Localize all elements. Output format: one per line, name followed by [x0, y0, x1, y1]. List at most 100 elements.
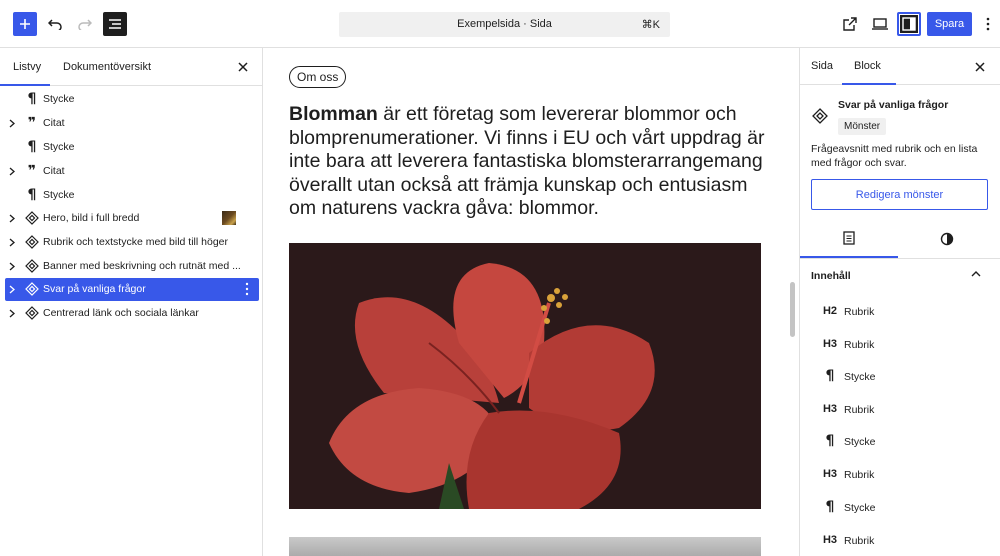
top-toolbar: Exempelsida · Sida ⌘K Spara: [0, 0, 1000, 48]
document-title: Exempelsida · Sida: [457, 18, 552, 30]
edit-pattern-button[interactable]: Redigera mönster: [811, 179, 988, 210]
heading-level-icon: H3: [822, 403, 838, 415]
list-item[interactable]: Hero, bild i full bredd: [5, 207, 259, 230]
chevron-up-icon[interactable]: [971, 270, 981, 278]
chevron-right-icon[interactable]: [8, 309, 16, 318]
add-block-button[interactable]: [13, 12, 37, 36]
paragraph-icon: ¶: [825, 368, 835, 384]
canvas-scrollbar[interactable]: [790, 282, 795, 337]
more-vertical-icon[interactable]: [243, 282, 251, 296]
editor-canvas[interactable]: Om oss Blomman är ett företag som levere…: [263, 48, 798, 556]
content-item[interactable]: ¶ Stycke: [800, 433, 1000, 453]
redo-button[interactable]: [73, 12, 97, 36]
close-icon[interactable]: [973, 60, 987, 74]
hibiscus-flower-graphic: [289, 243, 761, 509]
content-item-label: Rubrik: [844, 306, 875, 318]
list-item-label: Centrerad länk och sociala länkar: [43, 307, 199, 319]
content-item-label: Rubrik: [844, 339, 875, 351]
list-item[interactable]: Banner med beskrivning och rutnät med ..…: [5, 255, 259, 278]
list-item-label: Banner med beskrivning och rutnät med ..…: [43, 260, 241, 272]
settings-toggle-button[interactable]: [897, 12, 921, 36]
settings-sidebar: Sida Block Svar på vanliga frågor Mönste…: [799, 48, 1000, 556]
list-item[interactable]: Rubrik och textstycke med bild till höge…: [5, 231, 259, 254]
block-card-description: Frågeavsnitt med rubrik och en lista med…: [811, 143, 978, 169]
list-item-label: Stycke: [43, 93, 75, 105]
content-item[interactable]: H3 Rubrik: [800, 532, 1000, 552]
chevron-right-icon[interactable]: [8, 167, 16, 176]
options-menu-button[interactable]: [978, 12, 998, 36]
content-item[interactable]: ¶ Stycke: [800, 499, 1000, 519]
quote-icon: ❞: [27, 163, 37, 179]
list-view-icon: [109, 19, 121, 29]
chevron-right-icon[interactable]: [8, 214, 16, 223]
about-pill[interactable]: Om oss: [289, 66, 347, 88]
preview-button[interactable]: [868, 12, 892, 36]
block-card-title: Svar på vanliga frågor: [838, 99, 949, 111]
content-item[interactable]: H3 Rubrik: [800, 336, 1000, 356]
pattern-icon: [25, 211, 39, 225]
content-item-label: Stycke: [844, 371, 876, 383]
hibiscus-image[interactable]: [289, 243, 761, 509]
more-vertical-icon: [986, 17, 990, 31]
document-overview-button[interactable]: [103, 12, 127, 36]
content-item[interactable]: ¶ Stycke: [800, 368, 1000, 388]
paragraph-icon: ¶: [825, 499, 835, 515]
plus-icon: [20, 19, 30, 29]
list-item-label: Stycke: [43, 189, 75, 201]
document-icon: [843, 231, 855, 245]
quote-icon: ❞: [27, 115, 37, 131]
content-item[interactable]: H3 Rubrik: [800, 466, 1000, 486]
chevron-right-icon[interactable]: [8, 119, 16, 128]
active-tab-indicator: [842, 83, 896, 85]
tab-page[interactable]: Sida: [811, 60, 833, 72]
left-panel-tabs: Listvy Dokumentöversikt: [0, 48, 262, 86]
content-item-label: Rubrik: [844, 469, 875, 481]
tab-block[interactable]: Block: [854, 60, 881, 72]
pattern-icon: [25, 259, 39, 273]
list-item[interactable]: ¶ Stycke: [5, 184, 259, 207]
content-item-label: Rubrik: [844, 535, 875, 547]
lead-paragraph[interactable]: Blomman är ett företag som levererar blo…: [289, 103, 769, 221]
heading-level-icon: H3: [822, 468, 838, 480]
content-item-label: Stycke: [844, 436, 876, 448]
tab-document-overview[interactable]: Dokumentöversikt: [63, 61, 151, 73]
heading-level-icon: H3: [822, 338, 838, 350]
content-item-label: Rubrik: [844, 404, 875, 416]
pattern-icon: [25, 306, 39, 320]
content-item[interactable]: H2 Rubrik: [800, 303, 1000, 323]
list-item[interactable]: ¶ Stycke: [5, 88, 259, 111]
tab-content[interactable]: [800, 220, 898, 258]
list-item[interactable]: ¶ Stycke: [5, 136, 259, 159]
list-item-label: Citat: [43, 165, 65, 177]
content-item[interactable]: H3 Rubrik: [800, 401, 1000, 421]
block-thumbnail: [222, 211, 236, 225]
external-link-icon: [843, 17, 857, 31]
list-item-label: Citat: [43, 117, 65, 129]
command-palette-bar[interactable]: Exempelsida · Sida ⌘K: [339, 12, 670, 37]
list-view-panel: Listvy Dokumentöversikt ¶ Stycke ❞ Citat…: [0, 48, 263, 556]
contrast-icon: [940, 232, 954, 246]
list-item[interactable]: ❞ Citat: [5, 160, 259, 183]
pattern-icon: [25, 282, 39, 296]
next-image[interactable]: [289, 537, 761, 556]
shortcut-hint: ⌘K: [641, 19, 660, 31]
tab-list-view[interactable]: Listvy: [13, 61, 41, 73]
paragraph-icon: ¶: [27, 91, 37, 107]
save-button[interactable]: Spara: [927, 12, 972, 36]
close-icon[interactable]: [236, 60, 250, 74]
paragraph-icon: ¶: [27, 187, 37, 203]
chevron-right-icon[interactable]: [8, 238, 16, 247]
list-item[interactable]: Centrerad länk och sociala länkar: [5, 302, 259, 325]
content-section-title[interactable]: Innehåll: [811, 270, 851, 282]
tab-styles[interactable]: [898, 220, 996, 258]
list-item-label: Hero, bild i full bredd: [43, 212, 140, 224]
divider: [800, 258, 1000, 259]
pattern-icon: [812, 108, 828, 124]
chevron-right-icon[interactable]: [8, 262, 16, 271]
list-item[interactable]: ❞ Citat: [5, 112, 259, 135]
list-item-selected[interactable]: Svar på vanliga frågor: [5, 278, 259, 301]
chevron-right-icon[interactable]: [8, 285, 16, 294]
paragraph-icon: ¶: [27, 139, 37, 155]
undo-button[interactable]: [43, 12, 67, 36]
view-page-button[interactable]: [838, 12, 862, 36]
